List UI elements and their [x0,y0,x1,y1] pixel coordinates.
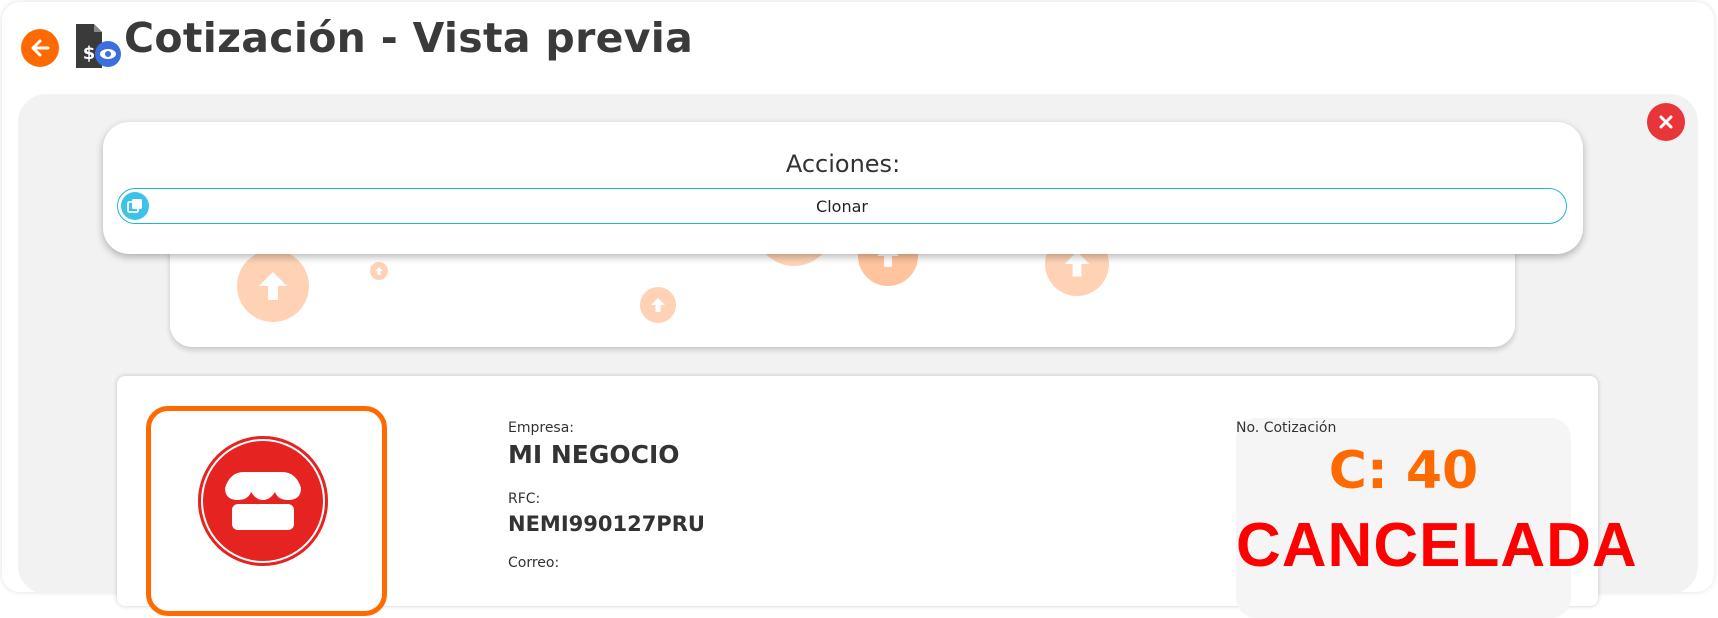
close-icon [1659,115,1673,129]
quote-number-label: No. Cotización [1236,420,1337,436]
quote-status-badge: CANCELADA [1236,511,1638,580]
page-title: Cotización - Vista previa [124,14,694,62]
upload-area[interactable] [170,240,1515,347]
actions-card: Acciones: Clonar [103,122,1583,254]
copy-icon [121,192,149,220]
svg-text:$: $ [83,43,96,64]
upload-arrow-icon [640,287,676,323]
quote-number: C: 40 [1328,441,1479,501]
company-logo-frame[interactable] [146,406,387,616]
company-label: Empresa: [508,420,575,436]
invoice-preview-icon: $ [74,22,124,70]
rfc-label: RFC: [508,491,541,507]
upload-arrow-icon [237,250,309,322]
arrow-left-icon [29,37,51,59]
clone-button[interactable]: Clonar [117,188,1567,224]
email-label: Correo: [508,555,560,571]
company-name: MI NEGOCIO [508,440,680,469]
store-icon [198,436,328,566]
close-button[interactable] [1647,103,1685,141]
rfc-value: NEMI990127PRU [508,512,705,536]
back-button[interactable] [21,29,59,67]
clone-button-label: Clonar [816,196,868,216]
actions-title: Acciones: [785,150,901,178]
upload-arrow-icon [370,262,388,280]
